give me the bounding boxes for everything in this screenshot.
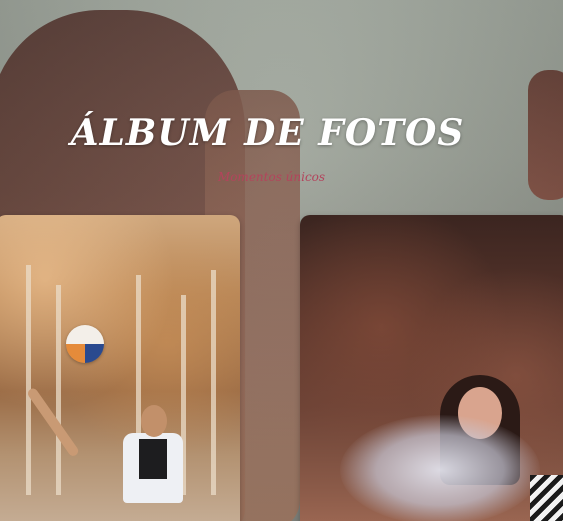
page-subtitle: Momentos únicos <box>217 170 326 184</box>
photo-image <box>0 215 240 521</box>
striped-clothing <box>530 475 563 521</box>
arm-shape <box>26 386 81 458</box>
page-title: ÁLBUM DE FOTOS <box>70 112 465 154</box>
person-figure <box>26 386 191 521</box>
photo-image <box>300 215 563 521</box>
top-shape <box>139 439 167 479</box>
tree-trunk <box>56 285 61 495</box>
head-shape <box>141 405 167 437</box>
smoke-cloud <box>340 415 540 521</box>
beach-ball <box>66 325 104 363</box>
photo-card[interactable] <box>300 215 563 521</box>
tree-trunk <box>211 270 216 495</box>
photo-album-page: ÁLBUM DE FOTOS Momentos únicos <box>0 0 563 521</box>
photo-card[interactable] <box>0 215 240 521</box>
tree-trunk <box>26 265 31 495</box>
